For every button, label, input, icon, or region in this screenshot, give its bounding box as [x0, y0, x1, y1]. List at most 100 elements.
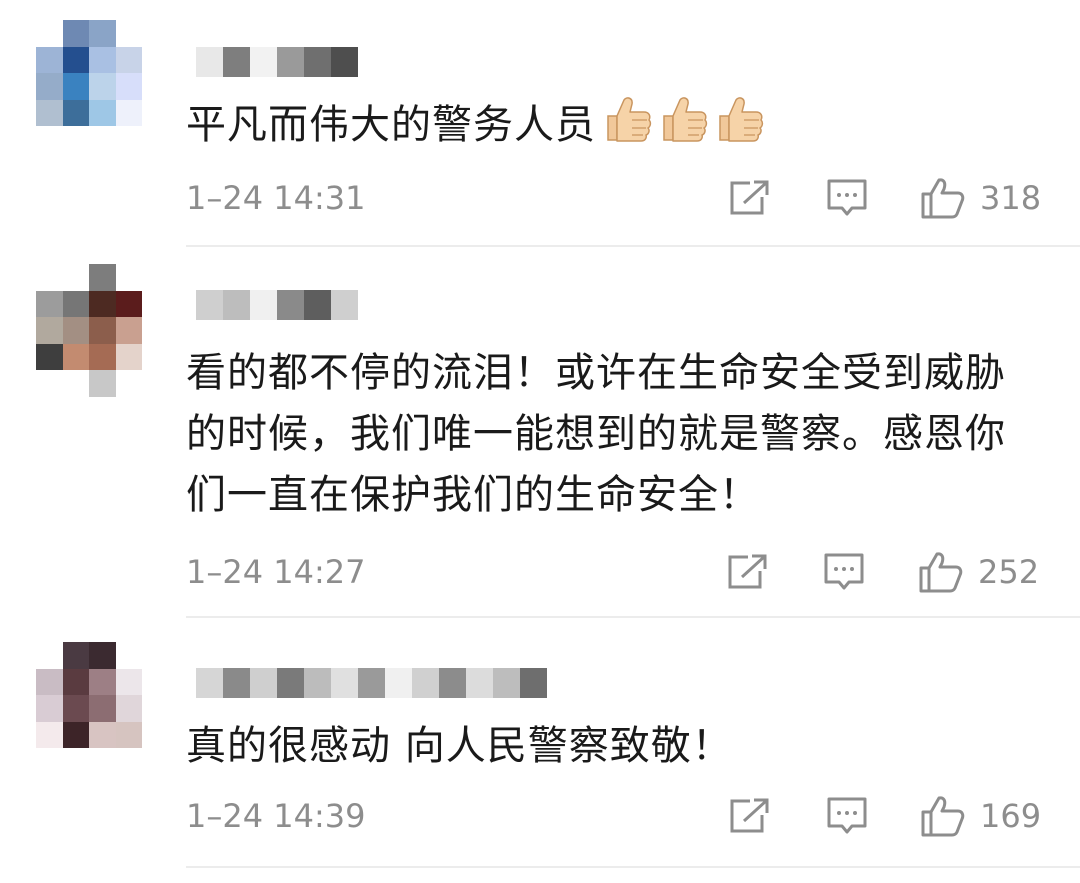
username-blur-block	[196, 668, 223, 698]
avatar-pixel	[36, 46, 63, 73]
avatar-pixel	[89, 317, 116, 344]
comment-meta: 1–24 14:31 318	[186, 176, 1046, 220]
comment-icon	[827, 797, 867, 834]
username-blur-block	[304, 290, 331, 320]
username-blur-block	[466, 668, 493, 698]
comment-icon	[827, 179, 867, 216]
avatar[interactable]	[36, 264, 142, 397]
like-button[interactable]: 169	[920, 794, 1041, 838]
comment-icon	[824, 553, 864, 590]
avatar-pixel	[62, 290, 89, 317]
avatar-pixel	[62, 20, 89, 47]
avatar-pixel	[115, 721, 142, 748]
avatar-pixel	[89, 721, 116, 748]
reply-button[interactable]	[826, 794, 868, 838]
avatar-pixel	[36, 20, 63, 47]
username-blur-block	[493, 668, 520, 698]
thumbs-up-emoji	[716, 94, 764, 144]
avatar-pixel	[36, 695, 63, 722]
share-icon	[728, 554, 767, 589]
username-blur-block	[331, 668, 358, 698]
username-blur-block	[223, 668, 250, 698]
avatar-pixel	[115, 20, 142, 47]
username-blur-block	[331, 290, 358, 320]
username-blurred[interactable]	[196, 668, 547, 698]
avatar-pixel	[36, 264, 63, 291]
username-blur-block	[304, 47, 331, 77]
avatar-pixel	[115, 290, 142, 317]
timestamp: 1–24 14:39	[186, 797, 366, 835]
username-blurred[interactable]	[196, 47, 358, 77]
username-blur-block	[331, 47, 358, 77]
avatar-pixel	[62, 73, 89, 100]
username-blur-block	[304, 668, 331, 698]
avatar-pixel	[89, 642, 116, 669]
thumbs-up-emoji	[604, 94, 652, 144]
share-icon	[730, 798, 769, 833]
thumbs-up-icon	[921, 796, 965, 837]
like-button[interactable]: 318	[920, 176, 1041, 220]
timestamp: 1–24 14:27	[186, 553, 366, 591]
avatar-pixel	[36, 343, 63, 370]
avatar-pixel	[89, 20, 116, 47]
avatar[interactable]	[36, 642, 142, 748]
avatar-pixel	[62, 99, 89, 126]
avatar-pixel	[115, 264, 142, 291]
avatar[interactable]	[36, 20, 142, 126]
username-blur-block	[223, 290, 250, 320]
avatar-pixel	[115, 99, 142, 126]
username-blur-block	[196, 290, 223, 320]
avatar-pixel	[36, 73, 63, 100]
avatar-pixel	[89, 99, 116, 126]
comment-text: 平凡而伟大的警务人员	[186, 94, 1046, 156]
username-blur-block	[439, 668, 466, 698]
avatar-pixel	[89, 73, 116, 100]
username-blur-block	[250, 47, 277, 77]
avatar-pixel	[62, 642, 89, 669]
avatar-pixel	[62, 695, 89, 722]
avatar-pixel	[36, 317, 63, 344]
avatar-pixel	[62, 317, 89, 344]
share-button[interactable]	[726, 550, 768, 594]
comment-meta: 1–24 14:39 169	[186, 794, 1046, 838]
comment-text: 真的很感动 向人民警察致敬！	[186, 723, 733, 769]
avatar-pixel	[89, 46, 116, 73]
like-count: 169	[980, 797, 1042, 835]
username-blur-block	[223, 47, 250, 77]
avatar-pixel	[115, 642, 142, 669]
avatar-pixel	[36, 668, 63, 695]
username-blur-block	[196, 47, 223, 77]
avatar-pixel	[115, 370, 142, 397]
thumbs-up-icon	[919, 552, 963, 593]
avatar-pixel	[89, 264, 116, 291]
like-button[interactable]: 252	[918, 550, 1039, 594]
avatar-pixel	[89, 370, 116, 397]
avatar-pixel	[36, 642, 63, 669]
share-button[interactable]	[728, 794, 770, 838]
username-blurred[interactable]	[196, 290, 358, 320]
comment-text: 看的都不停的流泪！或许在生命安全受到威胁的时候，我们唯一能想到的就是警察。感恩你…	[186, 350, 1006, 518]
avatar-pixel	[62, 343, 89, 370]
avatar-pixel	[36, 290, 63, 317]
avatar-pixel	[36, 370, 63, 397]
avatar-pixel	[89, 343, 116, 370]
avatar-pixel	[62, 668, 89, 695]
username-blur-block	[250, 290, 277, 320]
comment-item: 真的很感动 向人民警察致敬！ 1–24 14:39 169	[0, 618, 1080, 868]
username-blur-block	[277, 668, 304, 698]
reply-button[interactable]	[826, 176, 868, 220]
avatar-pixel	[62, 370, 89, 397]
like-count: 252	[978, 553, 1040, 591]
comment-item: 看的都不停的流泪！或许在生命安全受到威胁的时候，我们唯一能想到的就是警察。感恩你…	[0, 247, 1080, 617]
username-blur-block	[385, 668, 412, 698]
reply-button[interactable]	[823, 550, 865, 594]
username-blur-block	[358, 668, 385, 698]
thumbs-up-emoji-icon	[596, 97, 764, 148]
share-icon	[730, 180, 769, 215]
share-button[interactable]	[728, 176, 770, 220]
divider	[186, 866, 1080, 868]
username-blur-block	[277, 290, 304, 320]
username-blur-block	[520, 668, 547, 698]
avatar-pixel	[115, 343, 142, 370]
avatar-pixel	[115, 668, 142, 695]
